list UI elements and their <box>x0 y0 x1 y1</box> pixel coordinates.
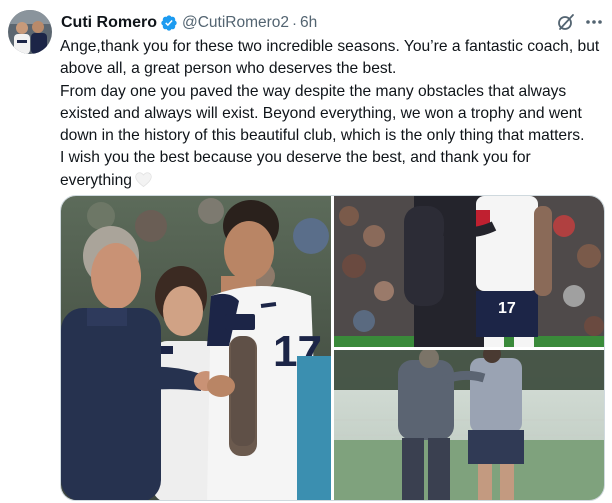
svg-text:17: 17 <box>498 300 516 317</box>
author-handle[interactable]: @CutiRomero2 <box>182 14 289 32</box>
tweet-paragraph: Ange,thank you for these two incredible … <box>60 38 600 78</box>
photo-training-ground-embrace <box>334 350 604 500</box>
separator-dot: · <box>292 14 298 32</box>
grok-icon[interactable] <box>556 12 576 32</box>
tweet-timestamp[interactable]: 6h <box>300 14 317 32</box>
media-photo-2[interactable]: 17 <box>334 196 604 347</box>
avatar-image <box>8 10 52 54</box>
tweet[interactable]: Cuti Romero @CutiRomero2 · 6h Ange,thank… <box>0 0 612 503</box>
tweet-header: Cuti Romero @CutiRomero2 · 6h <box>61 12 317 34</box>
media-grid: 17 17 <box>60 195 605 501</box>
tweet-paragraph: From day one you paved the way despite t… <box>60 82 585 145</box>
media-photo-1[interactable]: 17 <box>61 196 331 500</box>
white-heart-emoji-icon <box>135 172 152 187</box>
author-avatar[interactable] <box>8 10 52 54</box>
more-options-icon[interactable] <box>584 12 604 32</box>
media-photo-3[interactable] <box>334 350 604 500</box>
tweet-paragraph: I wish you the best because you deserve … <box>60 147 605 192</box>
tweet-paragraph-text: I wish you the best because you deserve … <box>60 149 531 189</box>
photo-embrace-number-17: 17 <box>334 196 604 347</box>
tweet-text: Ange,thank you for these two incredible … <box>60 36 605 192</box>
author-display-name[interactable]: Cuti Romero <box>61 14 157 32</box>
verified-badge-icon <box>160 14 178 32</box>
photo-postecoglou-romero-handshake: 17 <box>61 196 331 500</box>
